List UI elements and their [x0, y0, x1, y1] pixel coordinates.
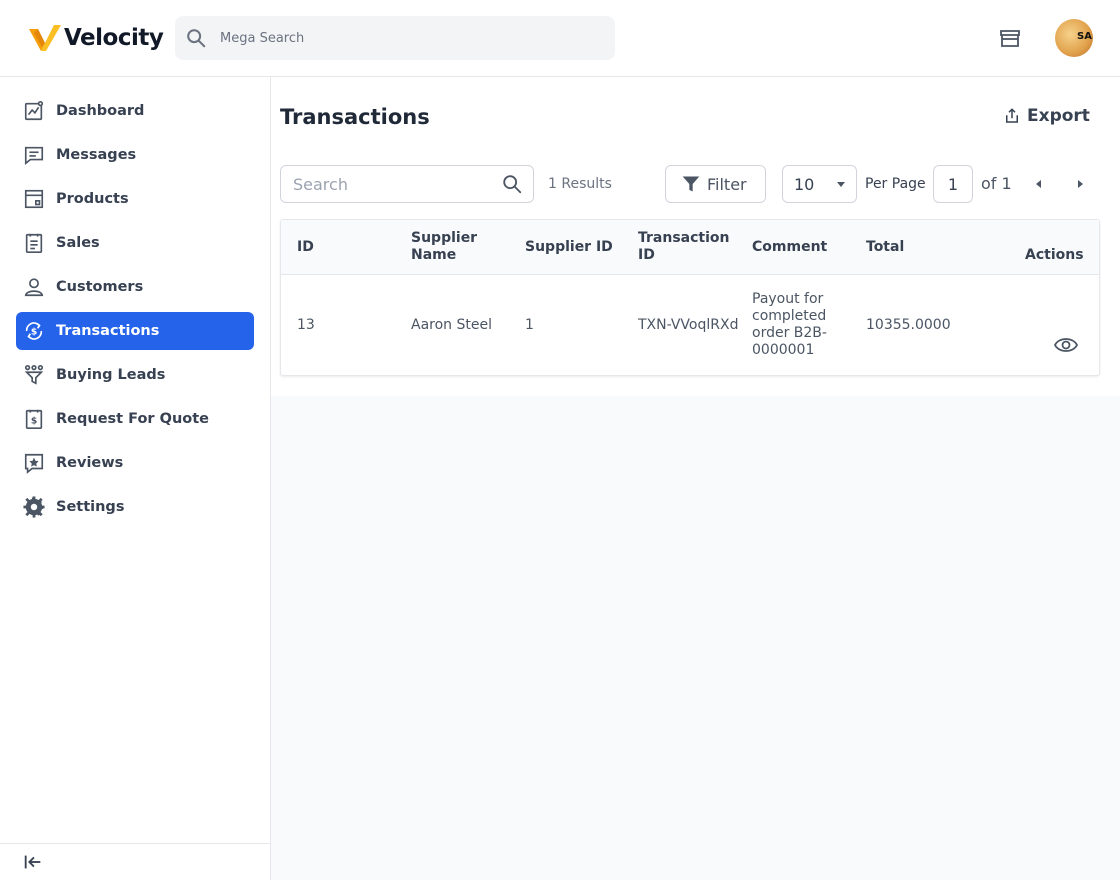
caret-right-icon — [1078, 180, 1083, 188]
avatar-text: SAI — [1077, 31, 1093, 42]
caret-left-icon — [1036, 180, 1041, 188]
cell-supplier-name: Aaron Steel — [411, 317, 492, 333]
star-review-icon — [23, 452, 45, 474]
view-eye-icon[interactable] — [1054, 335, 1078, 355]
column-header-transaction-id[interactable]: Transaction ID — [638, 230, 738, 264]
svg-text:$: $ — [31, 327, 37, 338]
mega-search-input[interactable] — [220, 30, 600, 46]
sidebar-item-label: Sales — [56, 235, 100, 251]
export-icon — [1006, 108, 1018, 123]
velocity-logo[interactable]: Velocity — [28, 22, 164, 54]
caret-down-icon — [837, 182, 846, 187]
avatar[interactable]: SAI — [1055, 19, 1093, 57]
sidebar-item-customers[interactable]: Customers — [16, 268, 254, 306]
message-icon — [23, 144, 45, 166]
next-page-button[interactable] — [1070, 171, 1090, 197]
transactions-panel: Transactions Export 1 Results Filter — [271, 77, 1120, 396]
quote-clipboard-icon: $ — [23, 408, 45, 430]
sidebar-item-reviews[interactable]: Reviews — [16, 444, 254, 482]
filter-icon — [682, 176, 700, 192]
sidebar-item-request-for-quote[interactable]: $ Request For Quote — [16, 400, 254, 438]
prev-page-button[interactable] — [1029, 171, 1049, 197]
sales-receipt-icon — [23, 232, 45, 254]
export-button[interactable]: Export — [1003, 106, 1090, 126]
brand-name: Velocity — [64, 25, 164, 51]
table-header: ID Supplier Name Supplier ID Transaction… — [281, 220, 1099, 275]
column-header-total[interactable]: Total — [866, 239, 904, 256]
sidebar-item-messages[interactable]: Messages — [16, 136, 254, 174]
results-count: 1 Results — [548, 176, 612, 192]
dashboard-chart-icon — [23, 100, 45, 122]
sidebar-item-dashboard[interactable]: Dashboard — [16, 92, 254, 130]
cell-supplier-id: 1 — [525, 317, 534, 333]
collapse-sidebar-icon[interactable] — [22, 851, 44, 873]
search-icon — [187, 29, 206, 48]
top-bar: Velocity SAI — [0, 0, 1120, 77]
column-header-supplier-id[interactable]: Supplier ID — [525, 239, 613, 256]
column-header-supplier-name[interactable]: Supplier Name — [411, 230, 501, 264]
sidebar: Dashboard Messages Products Sales Custom… — [0, 77, 271, 880]
sidebar-item-settings[interactable]: Settings — [16, 488, 254, 526]
sidebar-item-label: Settings — [56, 499, 125, 515]
column-header-comment[interactable]: Comment — [752, 239, 827, 256]
filter-label: Filter — [707, 174, 747, 194]
page-total-label: of 1 — [981, 174, 1012, 193]
cell-transaction-id: TXN-VVoqlRXd — [638, 317, 739, 333]
sidebar-item-label: Dashboard — [56, 103, 145, 119]
store-icon[interactable] — [998, 26, 1022, 50]
per-page-select[interactable]: 10 — [782, 165, 857, 203]
sidebar-item-label: Products — [56, 191, 129, 207]
per-page-value: 10 — [794, 174, 815, 194]
cell-total: 10355.0000 — [866, 317, 951, 333]
transactions-dollar-icon: $ — [23, 320, 45, 342]
table-search[interactable] — [280, 165, 534, 203]
search-icon[interactable] — [501, 173, 523, 195]
page-title: Transactions — [280, 105, 430, 129]
sidebar-item-label: Transactions — [56, 323, 160, 339]
sidebar-item-transactions[interactable]: $ Transactions — [16, 312, 254, 350]
sidebar-item-label: Messages — [56, 147, 137, 163]
sidebar-item-buying-leads[interactable]: Buying Leads — [16, 356, 254, 394]
sidebar-item-products[interactable]: Products — [16, 180, 254, 218]
cell-comment: Payout for completed order B2B-0000001 — [752, 291, 827, 358]
per-page-label: Per Page — [865, 176, 926, 192]
column-header-id[interactable]: ID — [297, 239, 314, 256]
column-header-actions: Actions — [1025, 247, 1084, 263]
sidebar-item-label: Reviews — [56, 455, 124, 471]
funnel-leads-icon — [23, 364, 45, 386]
table-search-input[interactable] — [293, 174, 493, 194]
svg-text:$: $ — [31, 416, 37, 427]
filter-button[interactable]: Filter — [665, 165, 766, 203]
velocity-logo-icon — [29, 25, 61, 51]
user-icon — [23, 276, 45, 298]
sidebar-item-sales[interactable]: Sales — [16, 224, 254, 262]
main-content: Transactions Export 1 Results Filter — [271, 77, 1120, 880]
sidebar-item-label: Request For Quote — [56, 411, 210, 427]
transactions-table: ID Supplier Name Supplier ID Transaction… — [280, 219, 1100, 376]
export-label: Export — [1027, 106, 1090, 126]
sidebar-item-label: Customers — [56, 279, 144, 295]
mega-search-bar[interactable] — [175, 16, 615, 60]
products-icon — [23, 188, 45, 210]
sidebar-divider — [0, 843, 270, 844]
sidebar-item-label: Buying Leads — [56, 367, 166, 383]
gear-icon — [23, 496, 45, 518]
cell-id: 13 — [297, 317, 315, 333]
page-number-input[interactable] — [933, 165, 973, 203]
